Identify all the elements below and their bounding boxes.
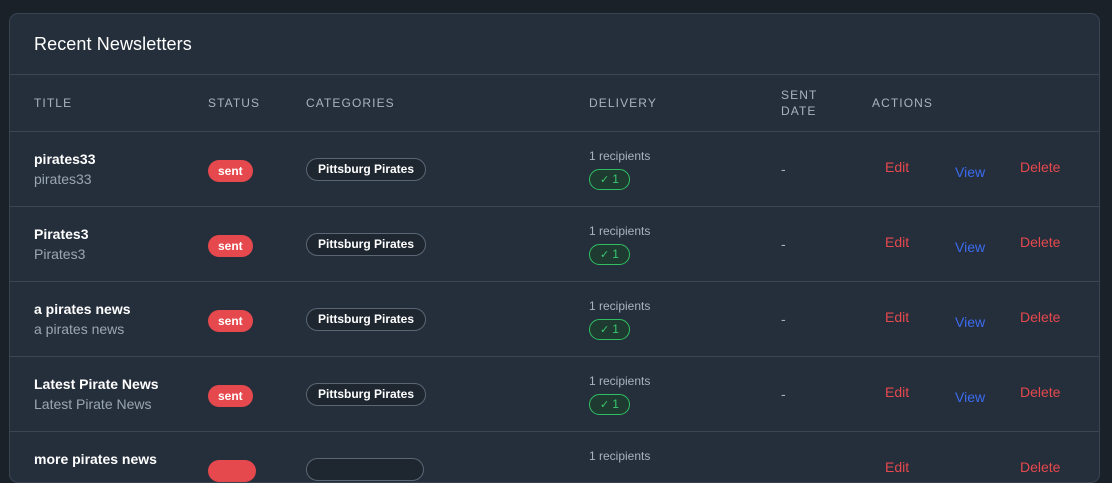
col-actions: ACTIONS [872,96,934,110]
newsletter-subtitle: pirates33 [34,171,92,187]
category-tag [306,458,424,481]
view-button[interactable]: View [955,164,985,180]
col-categories: CATEGORIES [306,96,395,110]
recipients-count: 1 recipients [589,149,651,163]
newsletter-title: pirates33 [34,151,96,167]
check-icon: ✓ [600,399,610,411]
check-icon: ✓ [600,174,610,186]
col-title: TITLE [34,96,73,110]
recipients-count: 1 recipients [589,299,651,313]
table-row: more pirates news 1 recipients Edit Dele… [10,431,1099,482]
delivered-count: 1 [612,322,619,336]
newsletter-title: Latest Pirate News [34,376,159,392]
col-status: STATUS [208,96,261,110]
category-tag: Pittsburg Pirates [306,308,427,331]
edit-button[interactable]: Edit [885,384,909,400]
delete-button[interactable]: Delete [1020,234,1060,250]
category-tag: Pittsburg Pirates [306,383,427,406]
delivered-badge: ✓ 1 [589,394,630,415]
col-sent-date-line2: DATE [781,104,817,118]
delete-button[interactable]: Delete [1020,384,1060,400]
sent-date: - [781,161,786,177]
view-button[interactable]: View [955,239,985,255]
delivered-badge: ✓ 1 [589,169,630,190]
status-badge: sent [208,160,253,182]
sent-date: - [781,311,786,327]
sent-date: - [781,386,786,402]
status-badge: sent [208,310,253,332]
table-row: a pirates news a pirates news sent Pitts… [10,281,1099,356]
card-title: Recent Newsletters [34,34,192,54]
col-delivery: DELIVERY [589,96,657,110]
delivered-count: 1 [612,397,619,411]
newsletter-title: Pirates3 [34,226,89,242]
status-badge: sent [208,235,253,257]
category-tag: Pittsburg Pirates [306,158,427,181]
edit-button[interactable]: Edit [885,234,909,250]
divider [10,74,1099,75]
check-icon: ✓ [600,324,610,336]
newsletters-card: Recent Newsletters TITLE STATUS CATEGORI… [9,13,1100,483]
table-row: pirates33 pirates33 sent Pittsburg Pirat… [10,131,1099,206]
delivered-badge: ✓ 1 [589,244,630,265]
edit-button[interactable]: Edit [885,159,909,175]
delete-button[interactable]: Delete [1020,159,1060,175]
status-badge: sent [208,385,253,407]
edit-button[interactable]: Edit [885,459,909,475]
view-button[interactable]: View [955,314,985,330]
table-row: Latest Pirate News Latest Pirate News se… [10,356,1099,431]
status-badge [208,460,256,482]
col-sent-date-line1: SENT [781,88,818,102]
recipients-count: 1 recipients [589,374,651,388]
newsletter-title: a pirates news [34,301,131,317]
category-tag: Pittsburg Pirates [306,233,427,256]
table-row: Pirates3 Pirates3 sent Pittsburg Pirates… [10,206,1099,281]
newsletter-subtitle: Latest Pirate News [34,396,152,412]
recipients-count: 1 recipients [589,449,651,463]
view-button[interactable]: View [955,389,985,405]
delete-button[interactable]: Delete [1020,309,1060,325]
sent-date: - [781,236,786,252]
recipients-count: 1 recipients [589,224,651,238]
delivered-badge: ✓ 1 [589,319,630,340]
check-icon: ✓ [600,249,610,261]
edit-button[interactable]: Edit [885,309,909,325]
newsletter-subtitle: Pirates3 [34,246,86,262]
delivered-count: 1 [612,247,619,261]
delete-button[interactable]: Delete [1020,459,1060,475]
delivered-count: 1 [612,172,619,186]
newsletter-title: more pirates news [34,451,157,467]
newsletter-subtitle: a pirates news [34,321,125,337]
